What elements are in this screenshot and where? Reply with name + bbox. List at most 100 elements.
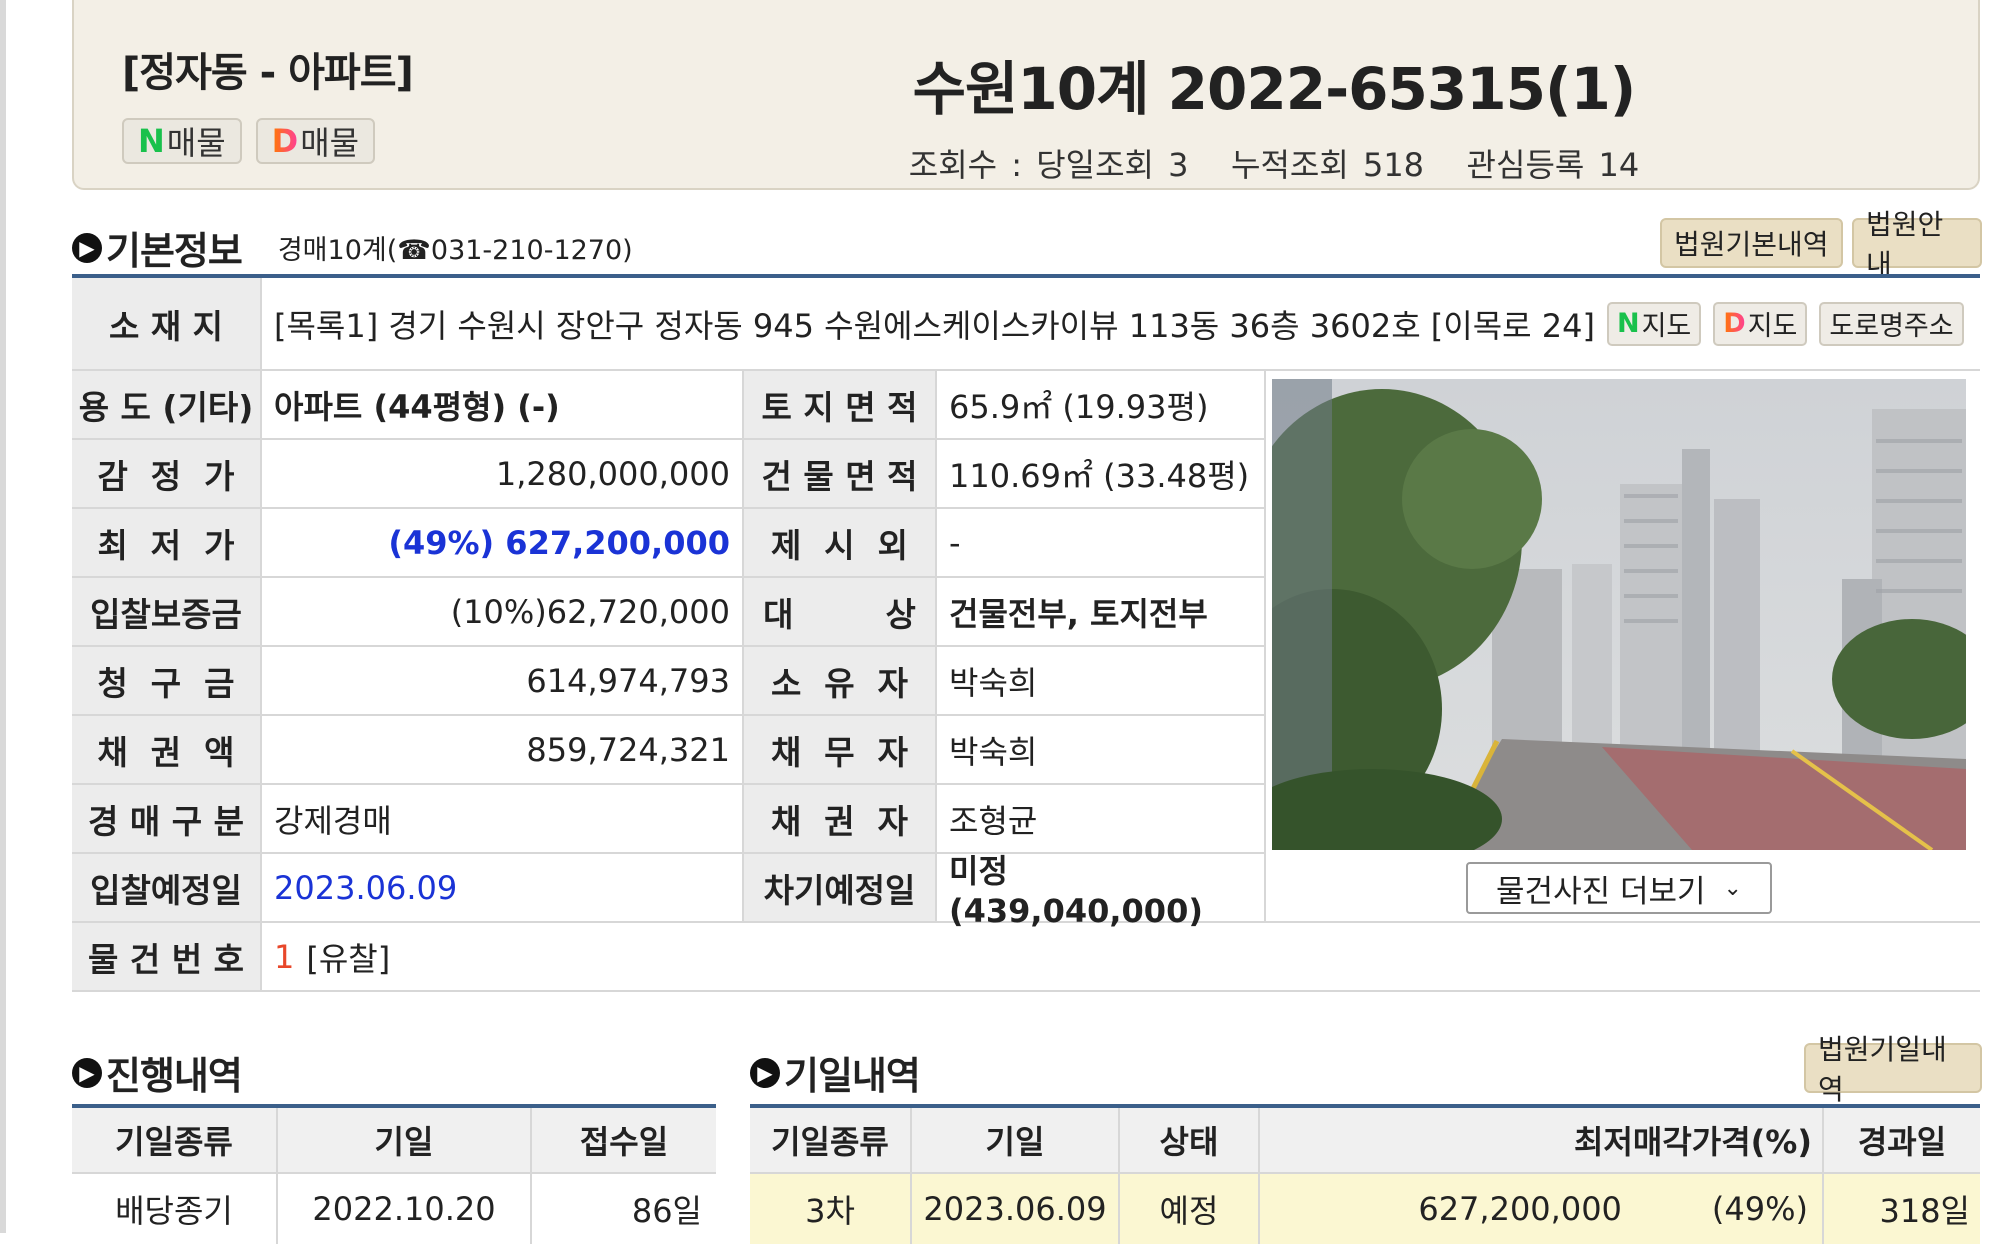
field-label: 채 권 자	[744, 785, 937, 852]
progress-heading: ▶ 진행내역	[72, 1045, 243, 1100]
daum-listing-label: 매물	[300, 124, 360, 162]
field-value: -	[949, 523, 961, 562]
item-number[interactable]: 1	[274, 938, 294, 976]
schedule-price: 627,200,000 (49%)	[1260, 1174, 1824, 1244]
field-value: 아파트 (44평형) (-)	[262, 371, 744, 438]
col-type: 기일종류	[750, 1108, 912, 1174]
field-value: 박숙희	[949, 663, 1038, 702]
schedule-heading: ▶ 기일내역	[750, 1045, 921, 1100]
naver-map-button[interactable]: N 지도	[1606, 301, 1702, 346]
naver-listing-label: 매물	[166, 124, 226, 162]
info-row: 용 도 (기타) 아파트 (44평형) (-) 토 지 면 적 65.9㎡ (19.9…	[72, 371, 1264, 440]
field-label: 채 무 자	[744, 716, 937, 783]
arrow-circle-icon: ▶	[750, 1057, 780, 1088]
field-label: 제 시 외	[744, 509, 937, 576]
arrow-circle-icon: ▶	[72, 1057, 102, 1088]
field-label: 입찰예정일	[72, 854, 262, 921]
min-price-percent: (49%)	[1711, 1190, 1808, 1228]
col-date: 기일	[278, 1108, 532, 1174]
progress-table-header: 기일종류 기일 접수일	[72, 1104, 716, 1174]
field-label: 차기예정일	[744, 854, 937, 921]
schedule-elapsed: 318일	[1879, 1192, 1970, 1230]
court-guide-button[interactable]: 법원안내	[1852, 208, 1982, 281]
arrow-circle-icon: ▶	[72, 232, 102, 263]
field-label: 경 매 구 분	[72, 785, 262, 852]
field-label: 소 유 자	[744, 647, 937, 714]
table-row: 배당종기 2022.10.20 86일	[72, 1174, 716, 1244]
info-row: 감 정 가 1,280,000,000 건 물 면 적 110.69㎡ (33.48평…	[72, 440, 1264, 509]
naver-icon: N	[138, 122, 165, 160]
schedule-title: 기일내역	[784, 1054, 921, 1098]
naver-icon: N	[1616, 308, 1640, 339]
daum-map-label: 지도	[1747, 311, 1798, 342]
info-row: 입찰보증금 (10%)62,720,000 대 상 건물전부, 토지전부	[72, 578, 1264, 647]
info-row: 입찰예정일 2023.06.09 차기예정일 미정 (439,040,000)	[72, 851, 1264, 930]
col-elapsed: 경과일	[1824, 1108, 1980, 1174]
col-received: 접수일	[532, 1108, 716, 1174]
table-row: 3차 2023.06.09 예정 627,200,000 (49%) 318일	[750, 1174, 1980, 1244]
info-row: 채 권 액 859,724,321 채 무 자 박숙희	[72, 716, 1264, 785]
view-counts: 조회수 : 당일조회 3 누적조회 518 관심등록 14	[908, 146, 1640, 184]
window-edge	[0, 0, 6, 1233]
info-row: 청 구 금 614,974,793 소 유 자 박숙희	[72, 647, 1264, 716]
more-photos-button[interactable]: 물건사진 더보기 ⌄	[1466, 862, 1772, 914]
daum-icon: D	[271, 122, 299, 160]
min-price-value: 627,200,000	[1418, 1190, 1622, 1228]
schedule-status: 예정	[1120, 1174, 1260, 1244]
field-value: 859,724,321	[262, 716, 744, 783]
address-text: [목록1] 경기 수원시 장안구 정자동 945 수원에스케이스카이뷰 113동…	[274, 306, 1595, 345]
item-status: [유찰]	[306, 939, 391, 978]
header-card: [정자동 - 아파트] N 매물 D 매물 수원10계 2022-65315(1…	[72, 0, 1980, 190]
field-value: 건물전부, 토지전부	[949, 594, 1208, 633]
info-row: 최 저 가 (49%) 627,200,000 제 시 외-	[72, 509, 1264, 578]
col-date: 기일	[912, 1108, 1120, 1174]
field-value: 미정 (439,040,000)	[949, 851, 1203, 930]
col-type: 기일종류	[72, 1108, 278, 1174]
basic-info-heading: ▶ 기본정보 경매10계(☎031-210-1270)	[72, 220, 633, 275]
naver-listing-button[interactable]: N 매물	[122, 118, 242, 164]
field-value: 박숙희	[949, 732, 1038, 771]
item-number-label: 물 건 번 호	[72, 923, 262, 990]
info-row: 경 매 구 분 강제경매 채 권 자 조형균	[72, 785, 1264, 854]
more-photos-label: 물건사진 더보기	[1496, 873, 1706, 910]
progress-days: 86일	[631, 1192, 702, 1230]
field-label: 대 상	[744, 578, 937, 645]
field-label: 토 지 면 적	[744, 371, 937, 438]
daum-listing-button[interactable]: D 매물	[255, 118, 376, 164]
field-value: 조형균	[949, 801, 1038, 840]
daum-map-button[interactable]: D 지도	[1713, 301, 1808, 346]
field-value: 65.9㎡ (19.93평)	[949, 387, 1209, 426]
field-label: 건 물 면 적	[744, 440, 937, 507]
field-value: (10%)62,720,000	[262, 578, 744, 645]
address-row: 소 재 지 [목록1] 경기 수원시 장안구 정자동 945 수원에스케이스카이…	[72, 278, 1980, 371]
schedule-table-header: 기일종류 기일 상태 최저매각가격(%) 경과일	[750, 1104, 1980, 1174]
naver-map-label: 지도	[1641, 311, 1692, 342]
progress-date: 2022.10.20	[278, 1174, 532, 1244]
field-label: 최 저 가	[72, 509, 262, 576]
field-label: 감 정 가	[72, 440, 262, 507]
field-value[interactable]: 2023.06.09	[262, 854, 744, 921]
field-label: 청 구 금	[72, 647, 262, 714]
court-detail-button[interactable]: 법원기본내역	[1660, 218, 1843, 268]
chevron-down-icon: ⌄	[1723, 875, 1742, 901]
progress-title: 진행내역	[106, 1054, 243, 1098]
col-min-price: 최저매각가격(%)	[1260, 1108, 1824, 1174]
field-label: 채 권 액	[72, 716, 262, 783]
location-title: [정자동 - 아파트]	[122, 50, 414, 96]
col-status: 상태	[1120, 1108, 1260, 1174]
case-number: 수원10계 2022-65315(1)	[912, 55, 1637, 123]
progress-type: 배당종기	[72, 1174, 278, 1244]
property-photo[interactable]	[1272, 379, 1966, 850]
daum-icon: D	[1723, 308, 1746, 339]
basic-info-title: 기본정보	[106, 229, 243, 273]
court-schedule-button[interactable]: 법원기일내역	[1804, 1033, 1982, 1106]
address-label: 소 재 지	[72, 278, 262, 369]
field-label: 용 도 (기타)	[72, 371, 262, 438]
field-value: 614,974,793	[262, 647, 744, 714]
field-value: 110.69㎡ (33.48평)	[949, 456, 1250, 495]
field-value: 강제경매	[262, 785, 744, 852]
road-address-button[interactable]: 도로명주소	[1819, 301, 1964, 346]
schedule-type: 3차	[750, 1174, 912, 1244]
field-value: 1,280,000,000	[262, 440, 744, 507]
court-contact: 경매10계(☎031-210-1270)	[277, 235, 633, 266]
